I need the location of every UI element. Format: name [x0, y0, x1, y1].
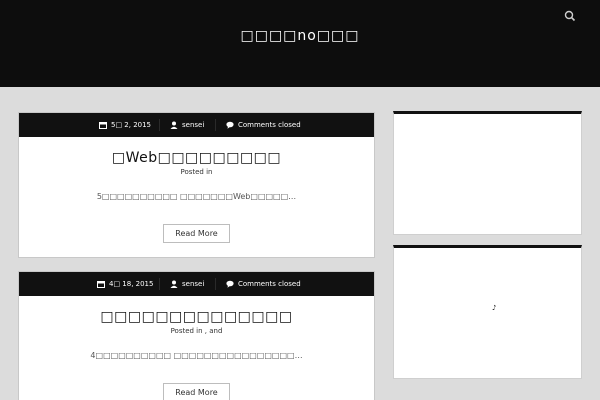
- post-comments: Comments closed: [226, 121, 301, 129]
- site-title[interactable]: □□□□no□□□: [0, 28, 600, 44]
- post-comments: Comments closed: [226, 280, 301, 288]
- post-excerpt: 5□□□□□□□□□□ □□□□□□□Web□□□□□…: [96, 192, 297, 201]
- post-meta-bar: 5□ 2, 2015 sensei Comments closed: [19, 113, 374, 137]
- post-meta-bar: 4□ 18, 2015 sensei Comments closed: [19, 272, 374, 296]
- post-card: 4□ 18, 2015 sensei Comments closed □□□□□…: [18, 271, 375, 400]
- post-author[interactable]: sensei: [170, 280, 204, 288]
- read-more-button[interactable]: Read More: [163, 224, 230, 243]
- post-title[interactable]: □Web□□□□□□□□□: [19, 150, 374, 166]
- post-author-text: sensei: [182, 121, 205, 129]
- post-date-text: 4□ 18, 2015: [109, 280, 154, 288]
- music-note-icon: ♪: [492, 304, 497, 312]
- post-date-text: 5□ 2, 2015: [111, 121, 152, 129]
- meta-divider: [215, 119, 216, 131]
- meta-divider: [215, 278, 216, 290]
- sidebar-widget: ♪: [393, 245, 582, 379]
- calendar-icon: [97, 281, 105, 288]
- search-icon[interactable]: [564, 10, 576, 22]
- post-date[interactable]: 5□ 2, 2015: [99, 121, 151, 129]
- user-icon: [170, 121, 178, 129]
- comment-icon: [226, 280, 234, 288]
- post-categories: Posted in: [180, 168, 213, 176]
- meta-divider: [159, 119, 160, 131]
- read-more-button[interactable]: Read More: [163, 383, 230, 400]
- post-excerpt: 4□□□□□□□□□□ □□□□□□□□□□□□□□□□…: [90, 351, 303, 360]
- post-card: 5□ 2, 2015 sensei Comments closed □Web□□…: [18, 112, 375, 258]
- meta-divider: [159, 278, 160, 290]
- sidebar-widget: [393, 111, 582, 235]
- post-author-text: sensei: [182, 280, 205, 288]
- calendar-icon: [99, 122, 107, 129]
- post-categories: Posted in , and: [170, 327, 223, 335]
- site-header: □□□□no□□□: [0, 0, 600, 87]
- post-comments-text: Comments closed: [238, 121, 301, 129]
- comment-icon: [226, 121, 234, 129]
- user-icon: [170, 280, 178, 288]
- post-comments-text: Comments closed: [238, 280, 301, 288]
- post-author[interactable]: sensei: [170, 121, 204, 129]
- post-date[interactable]: 4□ 18, 2015: [97, 280, 153, 288]
- post-title[interactable]: □□□□□□□□□□□□□□: [19, 309, 374, 325]
